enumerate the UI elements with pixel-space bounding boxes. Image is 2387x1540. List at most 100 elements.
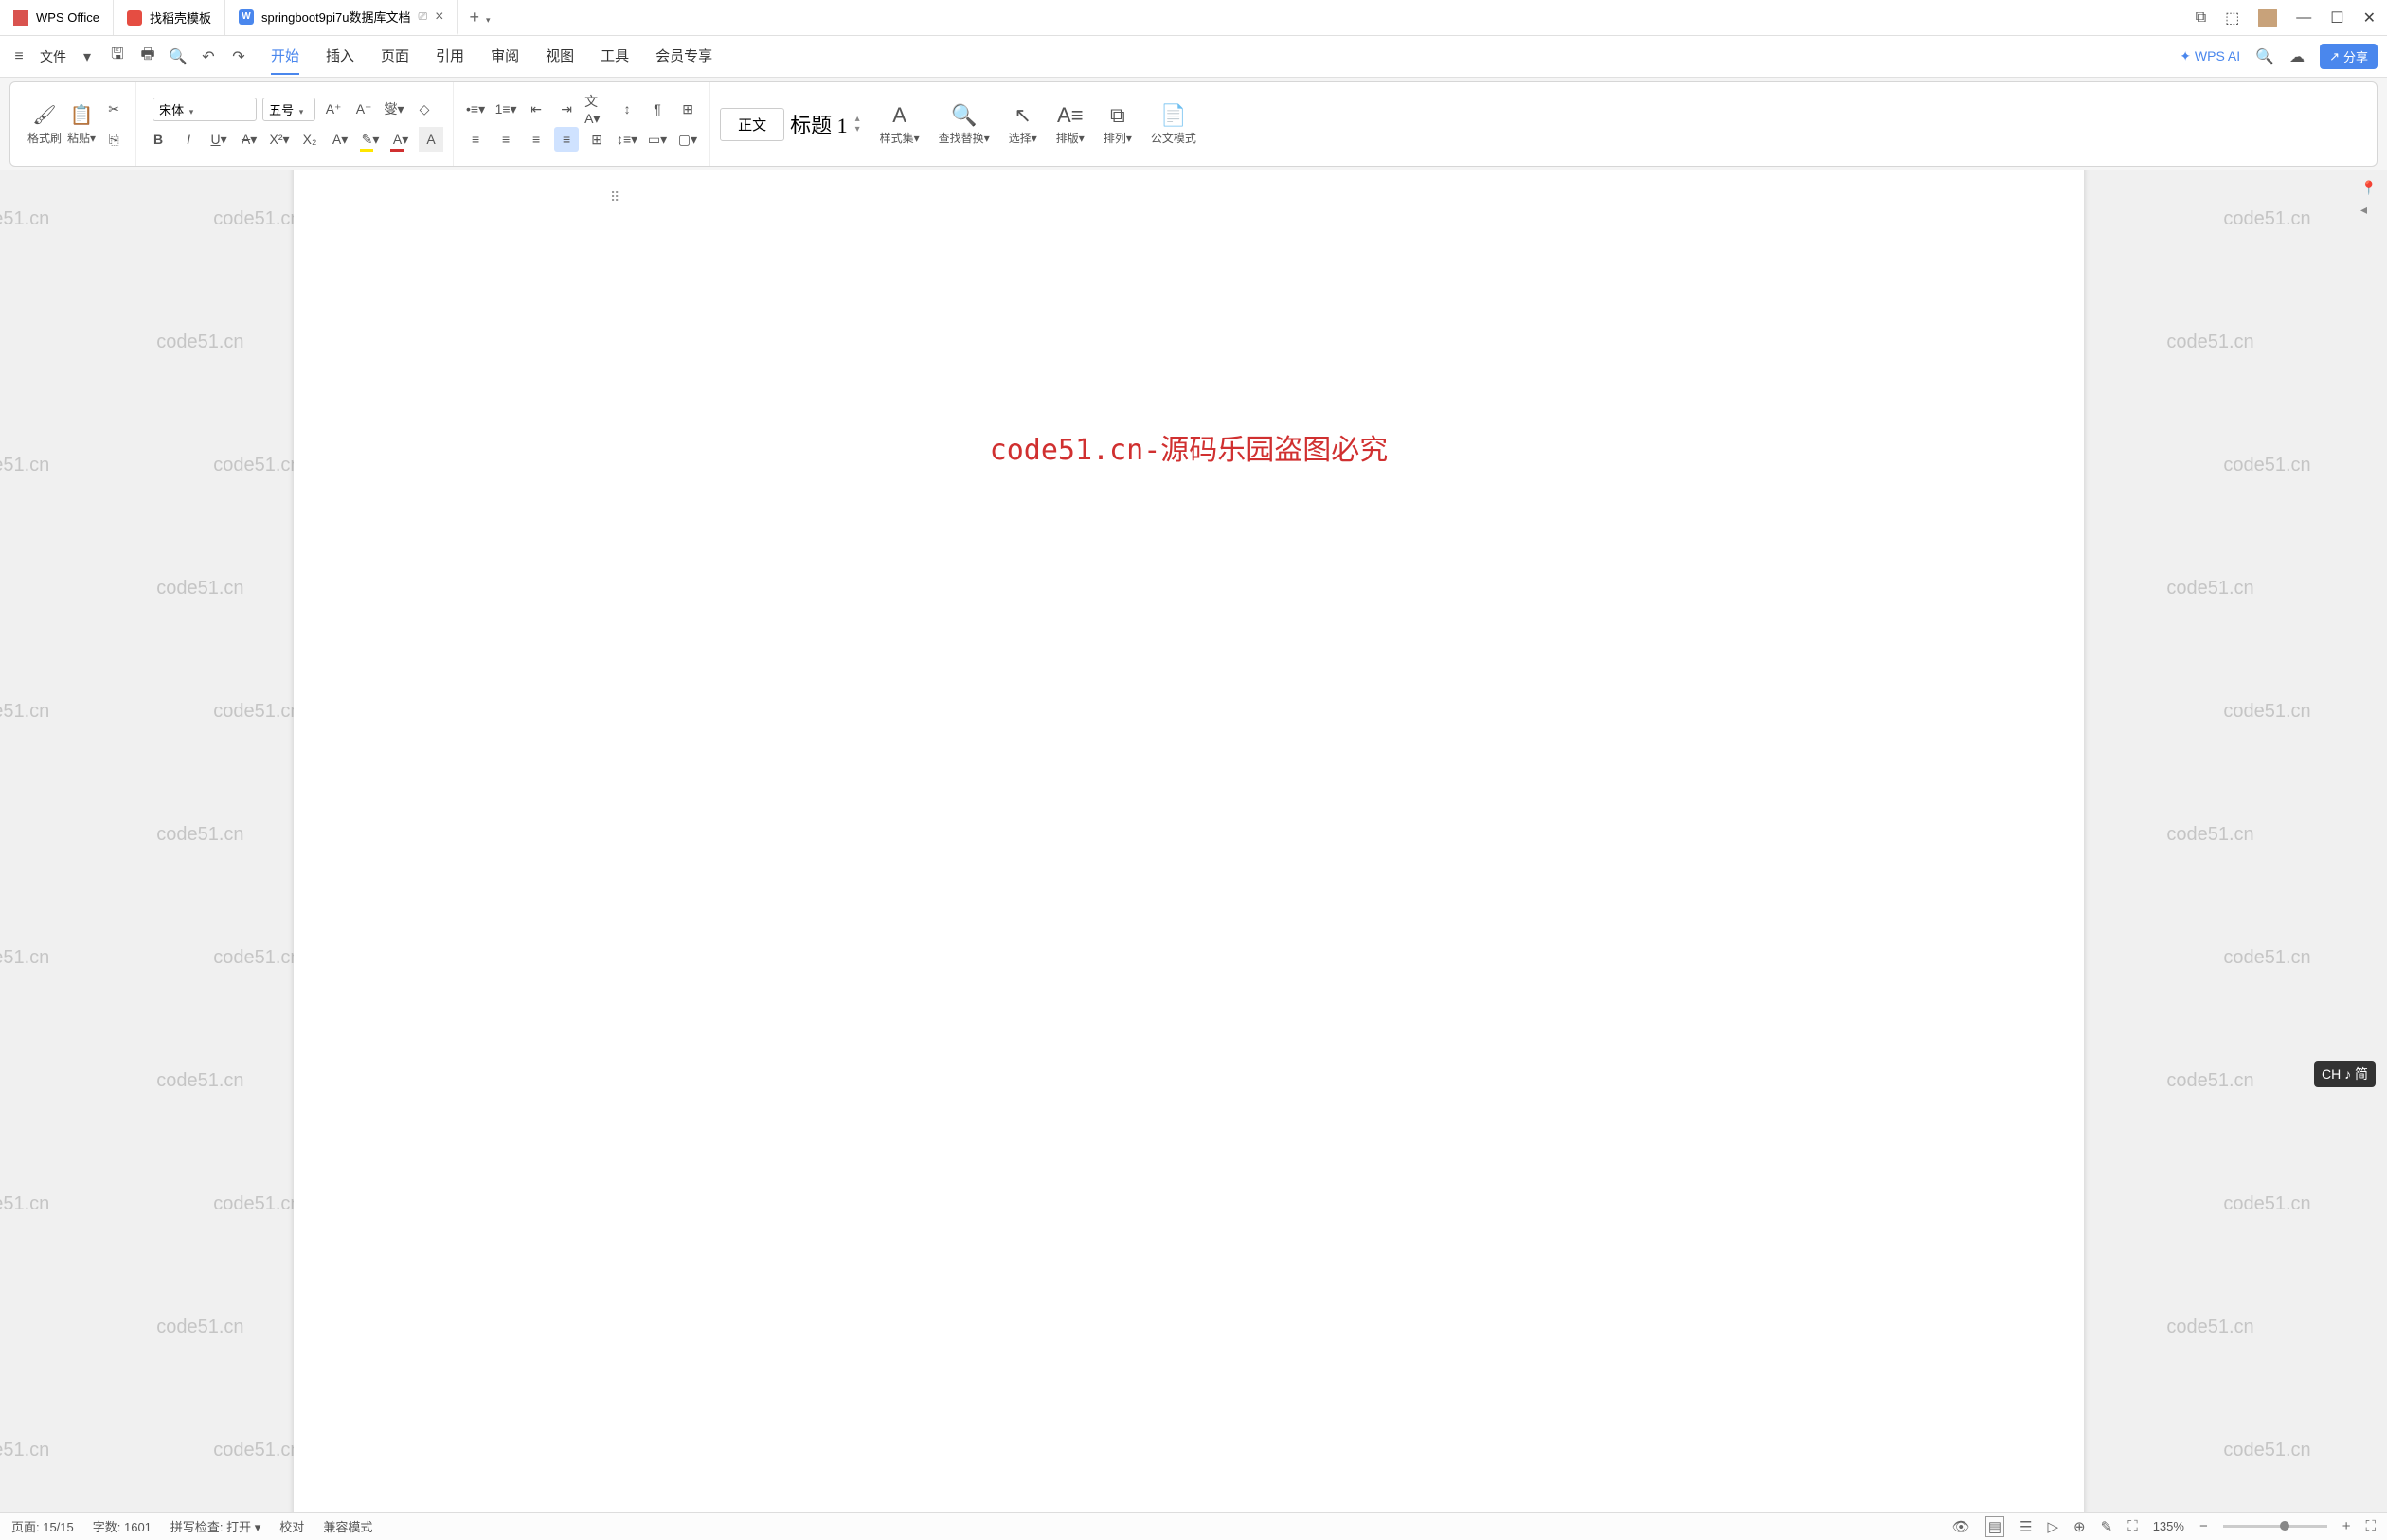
tab-view[interactable]: 视图 xyxy=(546,38,574,75)
style-heading1[interactable]: 标题 1 xyxy=(790,109,848,139)
close-window-icon[interactable]: ✕ xyxy=(2363,9,2376,27)
copy-icon[interactable]: ⎘ xyxy=(101,127,126,152)
sort-icon[interactable]: ↕ xyxy=(615,97,639,121)
text-direction-icon[interactable]: 文A▾ xyxy=(584,97,609,121)
style-normal[interactable]: 正文 xyxy=(720,108,784,141)
presentation-icon: ⎚ xyxy=(419,9,428,24)
outline-view-icon[interactable]: ☰ xyxy=(2019,1518,2032,1535)
align-left-icon[interactable]: ≡ xyxy=(463,127,488,152)
shading-icon[interactable]: ▭▾ xyxy=(645,127,670,152)
distribute-icon[interactable]: ⊞ xyxy=(584,127,609,152)
font-name-select[interactable]: 宋体 ▾ xyxy=(153,98,257,121)
shrink-font-icon[interactable]: A⁻ xyxy=(351,97,376,121)
document-area[interactable]: // This will be generated below by inlin… xyxy=(0,170,2387,1512)
highlight-icon[interactable]: ✎▾ xyxy=(358,127,383,152)
font-color-icon[interactable]: A▾ xyxy=(388,127,413,152)
tab-page[interactable]: 页面 xyxy=(381,38,409,75)
strikethrough-icon[interactable]: A▾ xyxy=(237,127,261,152)
superscript-icon[interactable]: X²▾ xyxy=(267,127,292,152)
focus-mode-icon[interactable]: ⛶ xyxy=(2127,1518,2138,1534)
tab-wps-office[interactable]: WPS Office xyxy=(0,0,114,35)
minimize-icon[interactable]: — xyxy=(2296,9,2311,27)
share-button[interactable]: ↗ 分享 xyxy=(2320,44,2378,69)
arrange-button[interactable]: ⧉ 排列▾ xyxy=(1094,103,1141,146)
subscript-icon[interactable]: X₂ xyxy=(297,127,322,152)
eye-icon[interactable]: 👁 xyxy=(1952,1518,1970,1535)
tab-tools[interactable]: 工具 xyxy=(601,38,629,75)
word-count[interactable]: 字数: 1601 xyxy=(93,1517,152,1535)
preview-icon[interactable]: 🔍 xyxy=(169,47,188,66)
chevron-left-icon[interactable]: ◂ xyxy=(2360,202,2381,218)
page-indicator[interactable]: 页面: 15/15 xyxy=(11,1517,74,1535)
maximize-icon[interactable]: ☐ xyxy=(2330,9,2343,27)
style-prev-icon[interactable]: ▴ xyxy=(855,114,860,124)
menu-hamburger-icon[interactable]: ≡ xyxy=(9,47,28,66)
select-button[interactable]: ↖ 选择▾ xyxy=(999,103,1047,146)
cloud-upload-icon[interactable]: ☁ xyxy=(2289,47,2305,66)
reading-view-icon[interactable]: ▷ xyxy=(2047,1518,2058,1535)
close-tab-icon[interactable]: × xyxy=(435,9,443,26)
new-tab-button[interactable]: + ▾ xyxy=(458,8,501,27)
number-list-icon[interactable]: 1≡▾ xyxy=(494,97,518,121)
show-marks-icon[interactable]: ⊞ xyxy=(675,97,700,121)
layout-button[interactable]: A≡ 排版▾ xyxy=(1047,103,1094,146)
drag-handle-icon[interactable]: ⠿ xyxy=(610,189,621,206)
clear-format-icon[interactable]: ◇ xyxy=(412,97,437,121)
zoom-in-icon[interactable]: + xyxy=(2342,1518,2351,1534)
multiwindow-icon[interactable]: ⧉ xyxy=(2196,9,2206,27)
redo-icon[interactable]: ↷ xyxy=(229,47,248,66)
undo-icon[interactable]: ↶ xyxy=(199,47,218,66)
document-page[interactable]: ⠿ code51.cn-源码乐园盗图必究 xyxy=(294,170,2084,1512)
zoom-slider[interactable] xyxy=(2223,1525,2327,1528)
paragraph-mark-icon[interactable]: ¶ xyxy=(645,97,670,121)
location-pin-icon[interactable]: 📍 xyxy=(2360,180,2381,196)
chevron-down-icon[interactable]: ▾ xyxy=(78,47,97,66)
line-spacing-icon[interactable]: ↕≡▾ xyxy=(615,127,639,152)
tab-references[interactable]: 引用 xyxy=(436,38,464,75)
char-shading-icon[interactable]: A xyxy=(419,127,443,152)
zoom-out-icon[interactable]: − xyxy=(2199,1518,2208,1534)
zoom-level[interactable]: 135% xyxy=(2153,1519,2184,1533)
text-effects-icon[interactable]: A▾ xyxy=(328,127,352,152)
fullscreen-icon[interactable]: ⛶ xyxy=(2365,1518,2376,1534)
borders-icon[interactable]: ▢▾ xyxy=(675,127,700,152)
align-right-icon[interactable]: ≡ xyxy=(524,127,548,152)
spellcheck-status[interactable]: 拼写检查: 打开 ▾ xyxy=(170,1517,260,1535)
doc-mode-button[interactable]: 📄 公文模式 xyxy=(1141,103,1206,146)
tab-document[interactable]: W springboot9pi7u数据库文档 ⎚ × xyxy=(225,0,458,35)
style-next-icon[interactable]: ▾ xyxy=(855,124,860,134)
bullet-list-icon[interactable]: •≡▾ xyxy=(463,97,488,121)
print-icon[interactable]: 🖶 xyxy=(138,47,157,66)
align-center-icon[interactable]: ≡ xyxy=(494,127,518,152)
avatar-icon[interactable] xyxy=(2258,9,2277,27)
web-layout-icon[interactable]: ⊕ xyxy=(2073,1518,2086,1535)
increase-indent-icon[interactable]: ⇥ xyxy=(554,97,579,121)
tab-home[interactable]: 开始 xyxy=(271,38,299,75)
italic-icon[interactable]: I xyxy=(176,127,201,152)
paste-icon[interactable]: 📋 xyxy=(69,102,94,127)
cube-icon[interactable]: ⬚ xyxy=(2225,9,2239,27)
change-case-icon[interactable]: 燮▾ xyxy=(382,97,406,121)
decrease-indent-icon[interactable]: ⇤ xyxy=(524,97,548,121)
ime-badge[interactable]: CH ♪ 简 xyxy=(2314,1061,2376,1087)
print-layout-icon[interactable]: ▤ xyxy=(1985,1516,2004,1537)
save-icon[interactable]: 🖫 xyxy=(108,47,127,66)
wps-ai-button[interactable]: ✦ WPS AI xyxy=(2180,48,2240,64)
align-justify-icon[interactable]: ≡ xyxy=(554,127,579,152)
draft-view-icon[interactable]: ✎ xyxy=(2101,1518,2113,1535)
bold-icon[interactable]: B xyxy=(146,127,170,152)
font-size-select[interactable]: 五号 ▾ xyxy=(262,98,315,121)
find-replace-button[interactable]: 🔍 查找替换▾ xyxy=(929,103,999,146)
tab-insert[interactable]: 插入 xyxy=(326,38,354,75)
tab-templates[interactable]: 找稻壳模板 xyxy=(114,0,225,35)
underline-icon[interactable]: U▾ xyxy=(206,127,231,152)
grow-font-icon[interactable]: A⁺ xyxy=(321,97,346,121)
style-set-button[interactable]: A 样式集▾ xyxy=(870,103,929,146)
cut-icon[interactable]: ✂ xyxy=(101,97,126,121)
file-menu[interactable]: 文件 xyxy=(40,47,66,66)
tab-review[interactable]: 审阅 xyxy=(491,38,519,75)
proofing-status[interactable]: 校对 xyxy=(279,1517,304,1535)
search-icon[interactable]: 🔍 xyxy=(2255,47,2274,66)
format-painter-icon[interactable]: 🖌 xyxy=(32,102,57,127)
tab-member[interactable]: 会员专享 xyxy=(655,38,712,75)
